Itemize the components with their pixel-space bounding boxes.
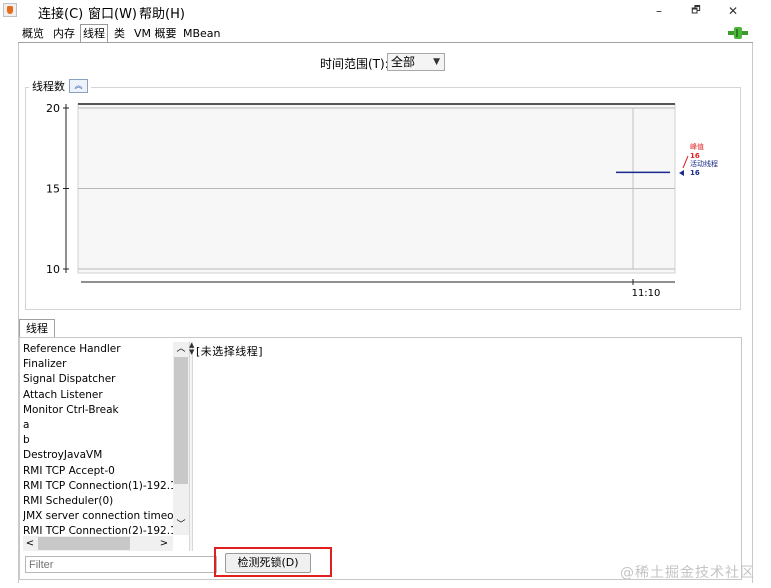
thread-list-item[interactable]: Signal Dispatcher (23, 372, 173, 387)
x-tick-label: 11:10 (632, 288, 661, 299)
thread-list-item[interactable]: RMI TCP Connection(1)-192.16 (23, 479, 173, 494)
legend-live-value: 16 (690, 169, 700, 177)
y-tick-label: 20 (46, 102, 60, 115)
legend-live-pointer (679, 170, 684, 176)
legend-peak-value: 16 (690, 152, 700, 160)
thread-list-item[interactable]: b (23, 433, 173, 448)
thread-list-item[interactable]: DestroyJavaVM (23, 448, 173, 463)
thread-list-item[interactable]: Reference Handler (23, 342, 173, 357)
thread-list-item[interactable]: RMI TCP Connection(2)-192.16 (23, 524, 173, 534)
thread-filter-input[interactable] (25, 556, 217, 573)
y-tick-label: 10 (46, 263, 60, 276)
tab-thread-list[interactable]: 线程 (19, 319, 55, 338)
horizontal-scroll-thumb[interactable] (38, 537, 130, 550)
thread-count-chart: 20151011:10峰值16活动线程16 (46, 102, 718, 299)
vertical-scroll-thumb[interactable] (174, 357, 188, 484)
scroll-right-icon[interactable]: > (157, 536, 171, 551)
thread-list[interactable]: Reference Handler Finalizer Signal Dispa… (23, 342, 173, 534)
scroll-up-icon[interactable]: ︿ (173, 342, 189, 356)
scroll-down-icon[interactable]: ﹀ (173, 518, 189, 532)
thread-list-item[interactable]: RMI TCP Accept-0 (23, 464, 173, 479)
legend-peak-label: 峰值 (690, 142, 704, 151)
thread-list-item[interactable]: Attach Listener (23, 388, 173, 403)
splitter-arrows-icon[interactable]: ▲ ▼ (189, 342, 194, 356)
y-tick-label: 15 (46, 183, 60, 196)
legend-peak-pointer (682, 155, 689, 169)
detect-deadlock-button[interactable]: 检测死锁(D) (225, 553, 311, 573)
thread-list-item[interactable]: Finalizer (23, 357, 173, 372)
scroll-left-icon[interactable]: < (23, 536, 37, 551)
legend-live-label: 活动线程 (690, 159, 718, 168)
thread-list-item[interactable]: a (23, 418, 173, 433)
thread-detail-text: [未选择线程] (196, 345, 264, 358)
thread-list-item[interactable]: RMI Scheduler(0) (23, 494, 173, 509)
thread-list-item[interactable]: Monitor Ctrl-Break (23, 403, 173, 418)
watermark: @稀土掘金技术社区 (620, 565, 755, 581)
thread-list-item[interactable]: JMX server connection timeout (23, 509, 173, 524)
split-pane-divider[interactable] (189, 342, 193, 551)
